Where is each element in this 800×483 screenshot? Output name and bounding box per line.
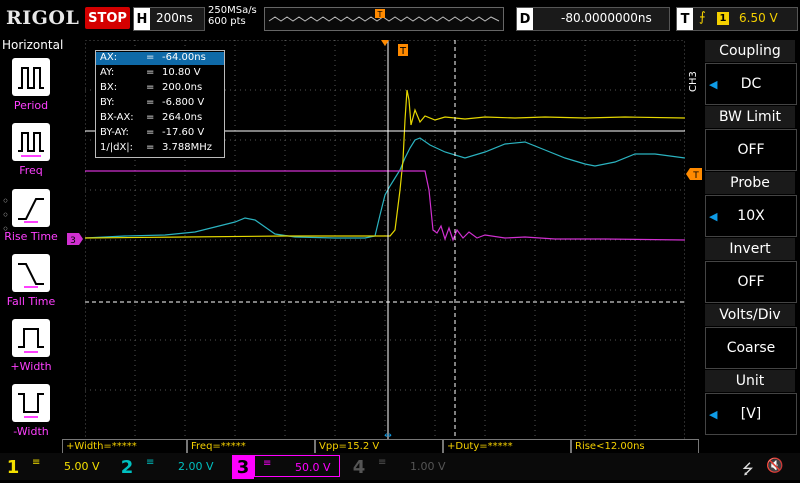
memory-depth: 600 pts	[208, 16, 246, 27]
cursor-row: BY-AY: = -17.60 V	[100, 127, 205, 138]
ch2-scale-box[interactable]: ≡ 2.00 V	[138, 455, 224, 477]
cursor-row: BX-AX: = 264.0ns	[100, 112, 203, 123]
cursor-row: AY: = 10.80 V	[100, 67, 201, 78]
memory-trigger-marker: T	[377, 10, 383, 19]
positive-width-label: +Width	[10, 360, 52, 373]
rise-time-label: Rise Time	[4, 230, 58, 243]
bw-limit-header: BW Limit	[705, 106, 795, 128]
trigger-level: 6.50 V	[739, 11, 778, 25]
svg-text:T: T	[692, 171, 699, 180]
ch3-scale-box[interactable]: ≡ 50.0 V	[254, 455, 340, 477]
channel-menu-tag: CH3	[688, 71, 699, 93]
probe-header: Probe	[705, 172, 795, 194]
menu-title: Horizontal	[2, 38, 64, 52]
trigger-level-marker[interactable]: T	[686, 168, 702, 180]
dc-coupling-icon: ≡	[146, 457, 155, 468]
cursor-row: 1/|dX|: = 3.788MHz	[100, 142, 213, 153]
timebase-value: 200ns	[156, 11, 193, 25]
measurement-item[interactable]: Vpp=15.2 V	[315, 439, 443, 453]
memory-overview-bar[interactable]: T	[264, 7, 504, 31]
negative-width-button[interactable]	[12, 384, 50, 422]
freq-icon	[18, 132, 44, 157]
invert-header: Invert	[705, 238, 795, 260]
trigger-label: T	[677, 8, 693, 30]
cursor-row: BX: = 200.0ns	[100, 82, 203, 93]
fall-time-button[interactable]	[12, 254, 50, 292]
cursor-row: BY: = -6.800 V	[100, 97, 205, 108]
usb-icon: ⭍	[742, 462, 754, 478]
trigger-display[interactable]: T ⨍ 1 6.50 V	[676, 7, 798, 31]
delay-display[interactable]: D -80.0000000ns	[516, 7, 670, 31]
measurement-item[interactable]: +Width=*****	[62, 439, 187, 453]
negative-width-label: -Width	[13, 425, 49, 438]
ch2-number[interactable]: 2	[116, 455, 138, 479]
ch3-ground-marker[interactable]: 3	[67, 233, 83, 245]
invert-option[interactable]: OFF	[705, 261, 797, 303]
measurement-item[interactable]: +Duty=*****	[443, 439, 571, 453]
sample-rate: 250MSa/s	[208, 5, 257, 16]
freq-button[interactable]	[12, 123, 50, 161]
dc-coupling-icon: ≡	[378, 457, 387, 468]
volts-div-header: Volts/Div	[705, 304, 795, 326]
dc-coupling-icon: ≡	[263, 458, 272, 469]
trigger-source-badge: 1	[717, 12, 729, 25]
ch3-number[interactable]: 3	[232, 455, 254, 479]
freq-label: Freq	[19, 164, 43, 177]
negative-width-icon	[18, 393, 44, 418]
cursor-readout-table: AX: = -64.00ns AY: = 10.80 V BX: = 200.0ns BY:…	[95, 50, 225, 158]
ch1-number[interactable]: 1	[2, 455, 24, 479]
delay-label: D	[517, 8, 533, 30]
unit-header: Unit	[705, 370, 795, 392]
run-stop-button[interactable]: STOP	[85, 7, 130, 29]
measurement-item[interactable]: Freq=*****	[187, 439, 315, 453]
speaker-muted-icon[interactable]: 🔇	[766, 458, 783, 474]
bw-limit-option[interactable]: OFF	[705, 129, 797, 171]
rising-edge-icon: ⨍	[699, 10, 706, 25]
cursor-row: AX: = -64.00ns	[96, 52, 224, 65]
period-button[interactable]	[12, 58, 50, 96]
memory-overview-waveform: T	[268, 9, 500, 22]
dc-coupling-icon: ≡	[32, 457, 41, 468]
unit-option[interactable]: ◀ [V]	[705, 393, 797, 435]
period-icon	[18, 67, 44, 89]
rise-time-icon	[18, 198, 44, 223]
ch4-number[interactable]: 4	[348, 455, 370, 479]
fall-time-label: Fall Time	[6, 295, 56, 308]
volts-div-option[interactable]: Coarse	[705, 327, 797, 369]
svg-text:3: 3	[70, 236, 76, 245]
positive-width-button[interactable]	[12, 319, 50, 357]
fall-time-icon	[18, 263, 44, 288]
probe-option[interactable]: ◀ 10X	[705, 195, 797, 237]
positive-width-icon	[18, 328, 44, 353]
acquisition-info: 250MSa/s 600 pts	[208, 5, 257, 27]
trigger-position-label: T	[399, 46, 407, 57]
ch4-scale-box[interactable]: ≡ 1.00 V	[370, 455, 456, 477]
coupling-header: Coupling	[705, 40, 795, 62]
coupling-option[interactable]: ◀ DC	[705, 63, 797, 105]
timebase-label: H	[134, 8, 150, 30]
delay-value: -80.0000000ns	[561, 11, 652, 25]
brand-logo: RIGOL	[6, 7, 80, 29]
timebase-display[interactable]: H 200ns	[133, 7, 205, 31]
ch1-scale-box[interactable]: ≡ 5.00 V	[24, 455, 110, 477]
period-label: Period	[13, 99, 49, 112]
measurement-item[interactable]: Rise<12.00ns	[571, 439, 699, 453]
rise-time-button[interactable]	[12, 189, 50, 227]
